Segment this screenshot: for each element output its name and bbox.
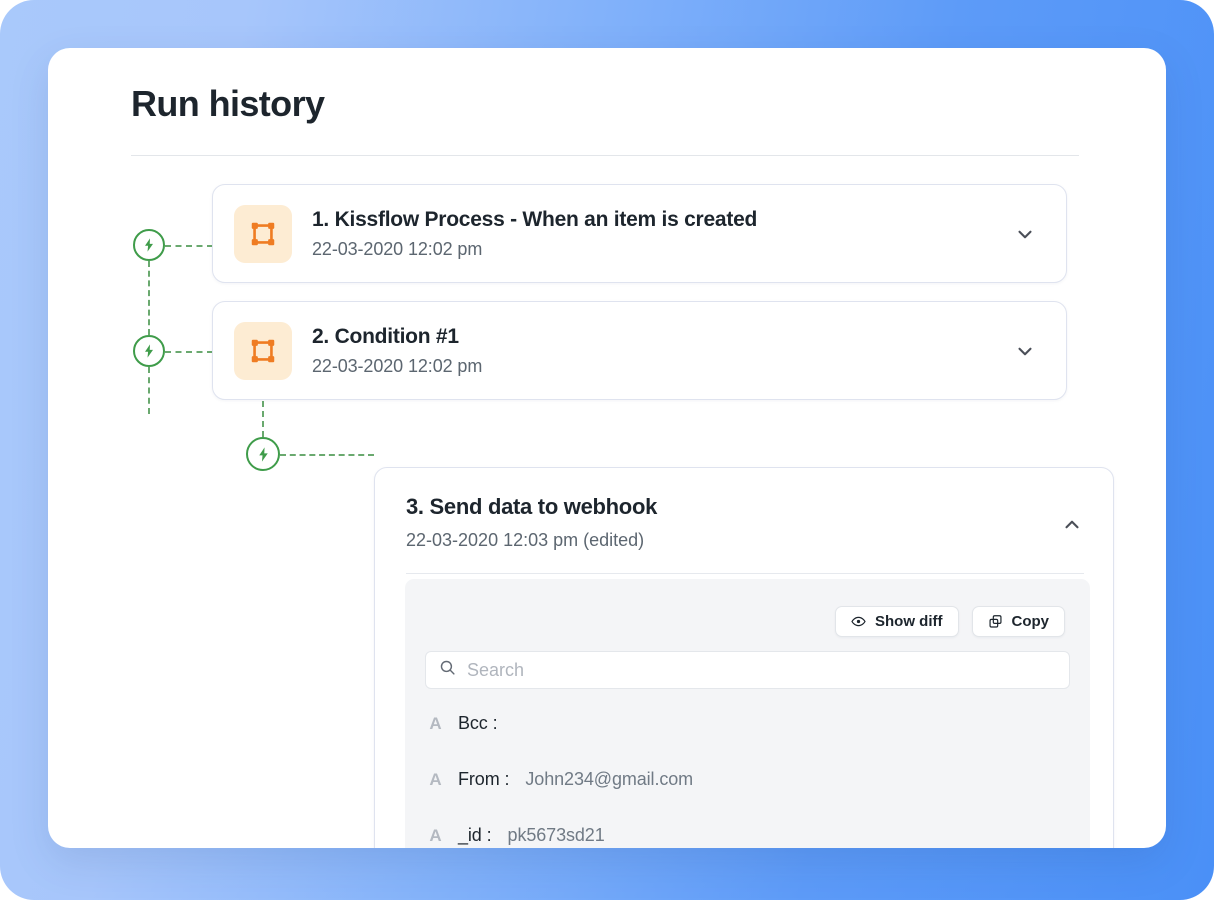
text-type-icon: A (429, 714, 442, 733)
data-field-key: _id : (458, 825, 492, 845)
run-step-card-2[interactable]: 2. Condition #1 22-03-2020 12:02 pm (212, 301, 1067, 400)
eye-icon (851, 614, 866, 629)
search-icon (439, 659, 456, 681)
chevron-down-icon[interactable] (1010, 219, 1040, 249)
run-step-card-1[interactable]: 1. Kissflow Process - When an item is cr… (212, 184, 1067, 283)
step-timestamp-2: 22-03-2020 12:02 pm (312, 356, 483, 377)
data-field-key: Bcc : (458, 713, 498, 733)
connector-badge2-to-card2 (165, 351, 213, 353)
step-header-1: 1. Kissflow Process - When an item is cr… (213, 185, 1066, 282)
step-text-block-2: 2. Condition #1 22-03-2020 12:02 pm (312, 324, 482, 377)
connector-badge1-to-badge2 (148, 261, 150, 335)
show-diff-label: Show diff (875, 613, 943, 630)
step-header-3: 3. Send data to webhook 22-03-2020 12:03… (375, 468, 1113, 551)
data-field-row[interactable]: A From : John234@gmail.com (429, 769, 1076, 825)
step-title-3: 3. Send data to webhook (406, 494, 658, 519)
chevron-up-icon[interactable] (1057, 510, 1087, 540)
data-field-key: From : (458, 769, 510, 789)
timeline-badge-step-1[interactable] (133, 229, 165, 261)
step-header-2: 2. Condition #1 22-03-2020 12:02 pm (213, 302, 1066, 399)
text-type-icon: A (429, 826, 442, 845)
panel-action-buttons: Show diff Copy (835, 606, 1065, 637)
step-3-data-panel: Show diff Copy Search A Bcc: A From: J… (405, 579, 1090, 848)
data-field-value: pk5673sd21 (507, 825, 605, 845)
step-timestamp-3: 22-03-2020 12:03 pm (edited) (406, 530, 645, 550)
artboard-icon (234, 204, 292, 263)
chevron-down-icon[interactable] (1010, 336, 1040, 366)
search-input[interactable] (467, 659, 1056, 681)
copy-label: Copy (1011, 613, 1050, 630)
page-title: Run history (131, 83, 325, 124)
run-history-card: Run history 1. Kissflow Process - When a… (48, 48, 1166, 848)
step-title-1: 1. Kissflow Process - When an item is cr… (312, 207, 758, 231)
copy-icon (988, 614, 1003, 629)
data-field-value: John234@gmail.com (525, 769, 694, 789)
data-field-row[interactable]: A _id : pk5673sd21 (429, 825, 1076, 848)
lightning-bolt-icon (255, 446, 272, 463)
show-diff-button[interactable]: Show diff (835, 606, 959, 637)
connector-badge3-to-card3 (280, 454, 374, 456)
step-3-divider (406, 573, 1084, 574)
connector-badge1-to-card1 (165, 245, 213, 247)
artboard-icon (234, 321, 292, 380)
text-type-icon: A (429, 770, 442, 789)
search-field[interactable] (425, 651, 1070, 689)
screenshot-root: Run history 1. Kissflow Process - When a… (0, 0, 1214, 900)
connector-badge2-tail (148, 367, 150, 414)
data-field-list: A Bcc : A From : John234@gmail.com A _id… (429, 713, 1076, 848)
lightning-bolt-icon (141, 237, 157, 253)
step-text-block-1: 1. Kissflow Process - When an item is cr… (312, 207, 757, 260)
step-title-2: 2. Condition #1 (312, 324, 459, 348)
step-timestamp-1: 22-03-2020 12:02 pm (312, 239, 483, 260)
lightning-bolt-icon (141, 343, 157, 359)
copy-button[interactable]: Copy (971, 606, 1065, 637)
data-field-row[interactable]: A Bcc : (429, 713, 1076, 769)
timeline-badge-step-2[interactable] (133, 335, 165, 367)
title-divider (131, 155, 1079, 156)
timeline-badge-step-3[interactable] (246, 437, 280, 471)
